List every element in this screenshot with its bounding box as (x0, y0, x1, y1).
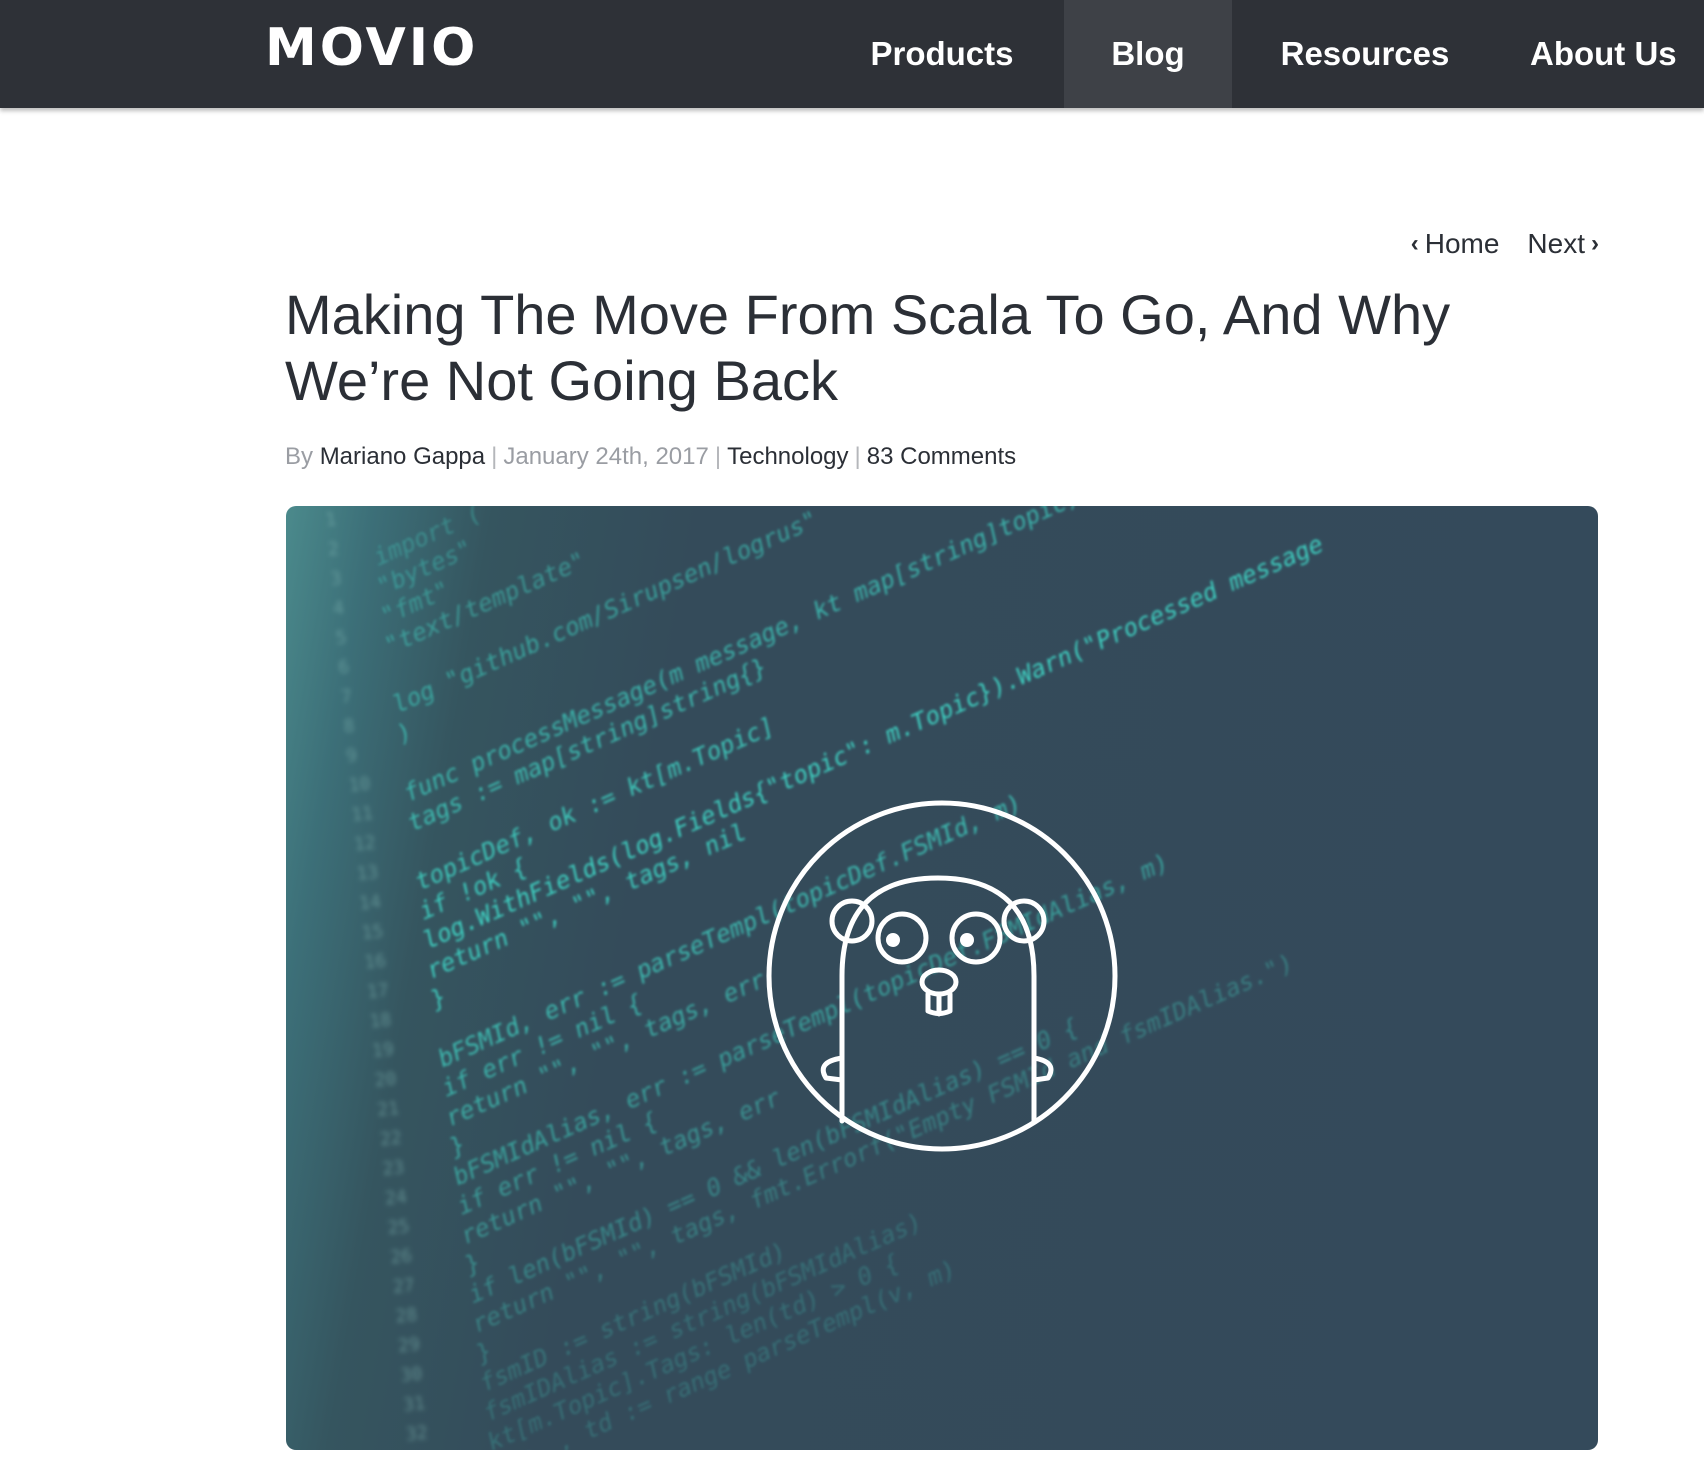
line-number: 1 (324, 509, 337, 531)
post-navigation: ‹ Home Next › (1411, 228, 1599, 260)
meta-separator: | (491, 443, 498, 470)
line-number: 15 (361, 921, 385, 944)
home-link-label: Home (1424, 228, 1500, 259)
post-date: January 24th, 2017 (503, 443, 709, 470)
meta-separator: | (854, 443, 861, 470)
article-title-line-2: We’re Not Going Back (285, 349, 838, 412)
line-number: 21 (376, 1098, 400, 1121)
line-number: 28 (395, 1304, 419, 1327)
line-number: 7 (340, 686, 353, 708)
article-title: Making The Move From Scala To Go, And Wh… (285, 282, 1625, 414)
next-link[interactable]: Next › (1527, 228, 1599, 260)
line-number: 8 (343, 715, 356, 737)
line-number: 18 (369, 1009, 393, 1032)
nav-blog[interactable]: Blog (1064, 0, 1232, 108)
nav-about-us[interactable]: About Us (1530, 0, 1704, 108)
nav-resources[interactable]: Resources (1260, 0, 1470, 108)
line-number: 23 (382, 1157, 406, 1180)
line-number: 19 (371, 1039, 395, 1062)
line-number: 11 (350, 803, 374, 826)
line-number: 32 (405, 1422, 429, 1445)
line-number: 13 (356, 862, 380, 885)
line-number: 16 (363, 950, 387, 973)
movio-logo[interactable]: MOVIO (265, 20, 478, 76)
line-number: 6 (337, 656, 350, 678)
article-meta: By Mariano Gappa | January 24th, 2017 | Tech… (285, 443, 1016, 471)
line-number: 2 (327, 538, 340, 560)
line-number: 24 (384, 1186, 408, 1209)
line-number: 29 (397, 1334, 421, 1357)
line-number: 31 (402, 1393, 426, 1416)
nav-products[interactable]: Products (832, 0, 1052, 108)
comments-link[interactable]: 83 Comments (867, 443, 1016, 470)
line-number: 10 (348, 773, 372, 796)
line-number: 25 (387, 1216, 411, 1239)
next-link-label: Next (1527, 228, 1585, 259)
line-number: 17 (366, 980, 390, 1003)
by-label: By (285, 443, 314, 470)
line-number: 27 (392, 1275, 416, 1298)
code-line: ) (392, 717, 417, 748)
article-title-line-1: Making The Move From Scala To Go, And Wh… (285, 283, 1451, 346)
home-link[interactable]: ‹ Home (1411, 228, 1500, 260)
line-number: 4 (332, 597, 345, 619)
hero-image: 1 2 3 4 5 6 7 8 9 10 11 12 13 14 15 16 17 18 19 20 21 22 23 24 2… (286, 506, 1598, 1450)
line-number: 22 (379, 1127, 403, 1150)
line-number: 30 (400, 1363, 424, 1386)
chevron-right-icon: › (1591, 230, 1599, 257)
line-number: 20 (374, 1068, 398, 1091)
category-link[interactable]: Technology (727, 443, 848, 470)
meta-separator: | (714, 443, 722, 470)
line-number: 14 (358, 891, 382, 914)
line-number: 12 (353, 832, 377, 855)
line-number: 5 (335, 627, 348, 649)
author-link[interactable]: Mariano Gappa (320, 443, 485, 470)
top-navigation-bar: MOVIO Products Blog Resources About Us (0, 0, 1704, 108)
code-line: } (425, 983, 451, 1015)
line-number: 3 (330, 568, 343, 590)
code-background: 1234567891011121314151617181920212223242… (324, 506, 1327, 1450)
line-number: 26 (389, 1245, 413, 1268)
chevron-left-icon: ‹ (1410, 230, 1419, 257)
line-number: 9 (345, 745, 358, 767)
